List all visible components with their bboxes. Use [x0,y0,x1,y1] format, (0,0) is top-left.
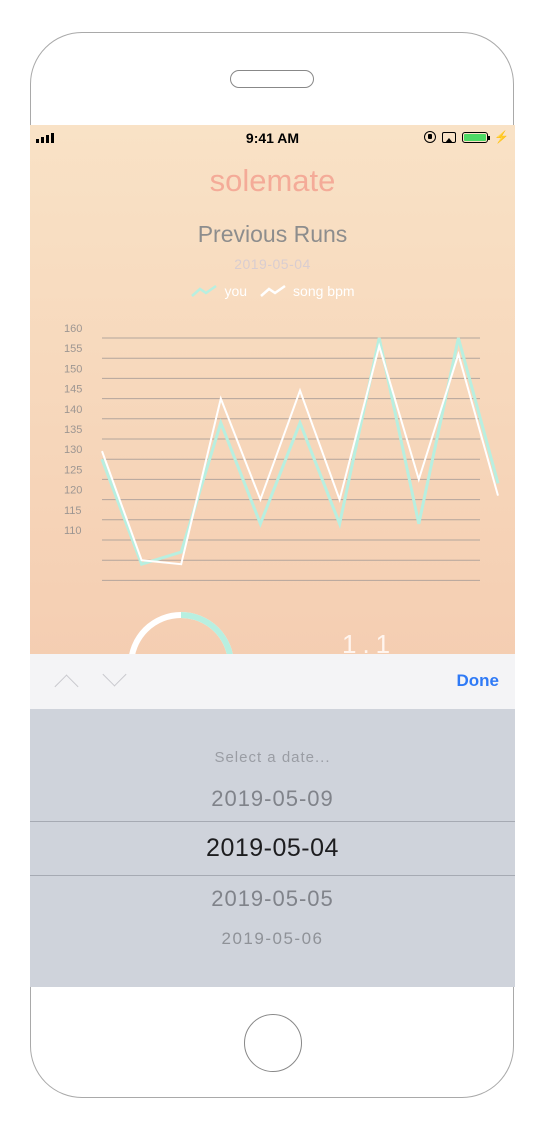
date-picker-wheel[interactable]: Select a date... 2019-05-09 2019-05-04 2… [30,709,515,987]
y-tick-label: 125 [64,464,82,476]
selection-top-line [30,821,515,822]
speaker-grille [230,70,314,88]
picker-row[interactable]: 2019-05-09 [30,786,515,812]
section-title: Previous Runs [197,221,348,247]
picker-row[interactable]: 2019-05-06 [30,929,515,949]
chart-legend: you song bpm [30,283,515,299]
picker-placeholder[interactable]: Select a date... [30,749,515,766]
airplay-icon [442,131,457,143]
y-tick-label: 140 [64,404,82,416]
y-tick-label: 145 [64,384,82,396]
screen: 9:41 AM ⚡ solemate Previous Runs 2019-05… [30,125,515,987]
series-line-you [100,337,500,567]
charging-icon: ⚡ [494,129,509,144]
y-tick-label: 155 [64,343,82,355]
y-tick-label: 115 [64,505,82,517]
battery-icon [462,131,491,143]
legend-item-you: you [190,283,247,299]
rotation-lock-icon [424,131,437,143]
y-tick-label: 130 [64,444,82,456]
legend-line-icon [260,284,286,297]
legend-label: you [224,283,248,299]
previous-field-icon[interactable] [54,674,79,699]
app-title: solemate [209,163,336,198]
y-tick-label: 120 [64,485,82,497]
y-tick-label: 135 [64,424,82,436]
next-field-icon[interactable] [102,662,127,687]
run-date: 2019-05-04 [234,256,311,272]
runs-line-chart: 160 155 150 145 140 135 130 125 120 115 110 [64,323,500,581]
y-tick-label: 150 [64,363,82,375]
y-tick-label: 160 [64,323,82,335]
picker-row[interactable]: 2019-05-05 [30,886,515,912]
picker-row-selected[interactable]: 2019-05-04 [30,834,515,863]
status-bar: 9:41 AM ⚡ [30,125,515,151]
legend-line-icon [191,284,218,297]
legend-label: song bpm [293,283,355,299]
y-tick-label: 110 [64,525,82,537]
legend-item-song-bpm: song bpm [259,283,355,299]
selection-bottom-line [30,875,515,876]
home-button[interactable] [244,1014,302,1072]
done-button[interactable]: Done [457,671,500,691]
picker-toolbar: Done [30,654,515,710]
